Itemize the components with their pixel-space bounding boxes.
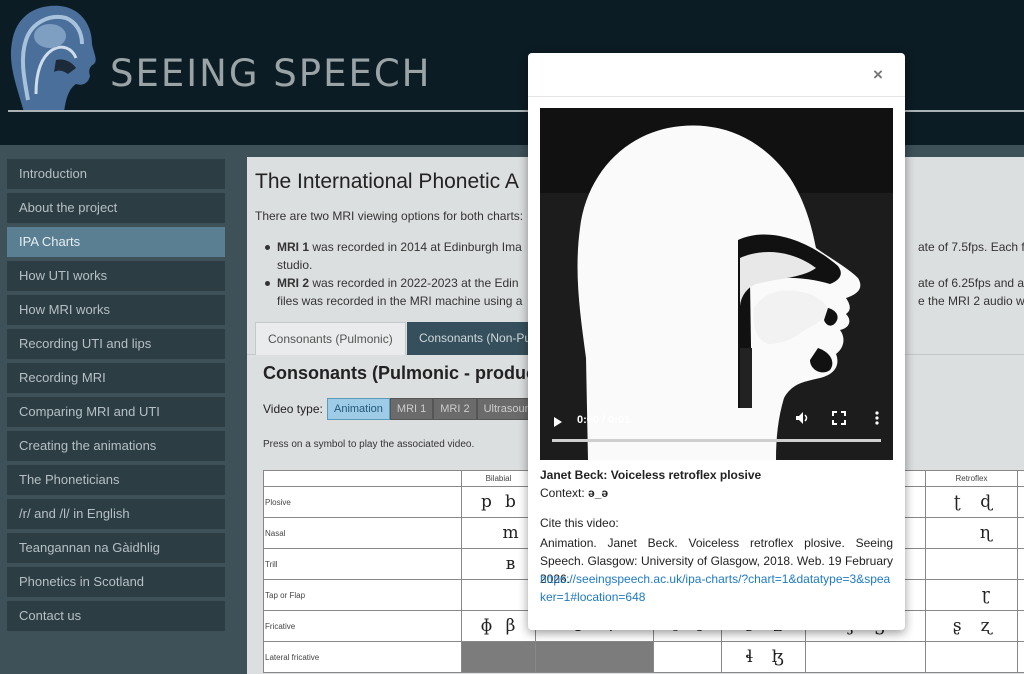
volume-icon[interactable] [795,411,809,425]
cite-label: Cite this video: [540,516,619,530]
modal-divider [528,96,905,97]
citation-link[interactable]: https://seeingspeech.ac.uk/ipa-charts/?c… [540,570,893,606]
video-progress-bar[interactable] [552,439,881,442]
video-modal: × 0:00 / 0:01 Janet Beck: Voiceless retr… [528,53,905,630]
video-player[interactable]: 0:00 / 0:01 [540,108,893,460]
video-time: 0:00 / 0:01 [577,414,631,426]
video-controls: 0:00 / 0:01 [540,398,893,460]
context-label: Context: [540,486,589,500]
video-caption-title: Janet Beck: Voiceless retroflex plosive [540,468,762,482]
context-value: ə_ə [588,486,609,500]
fullscreen-icon[interactable] [832,411,846,425]
close-icon[interactable]: × [873,65,883,85]
play-icon[interactable] [554,417,562,427]
video-context: Context: ə_ə [540,486,608,500]
more-vert-icon[interactable] [870,411,884,425]
